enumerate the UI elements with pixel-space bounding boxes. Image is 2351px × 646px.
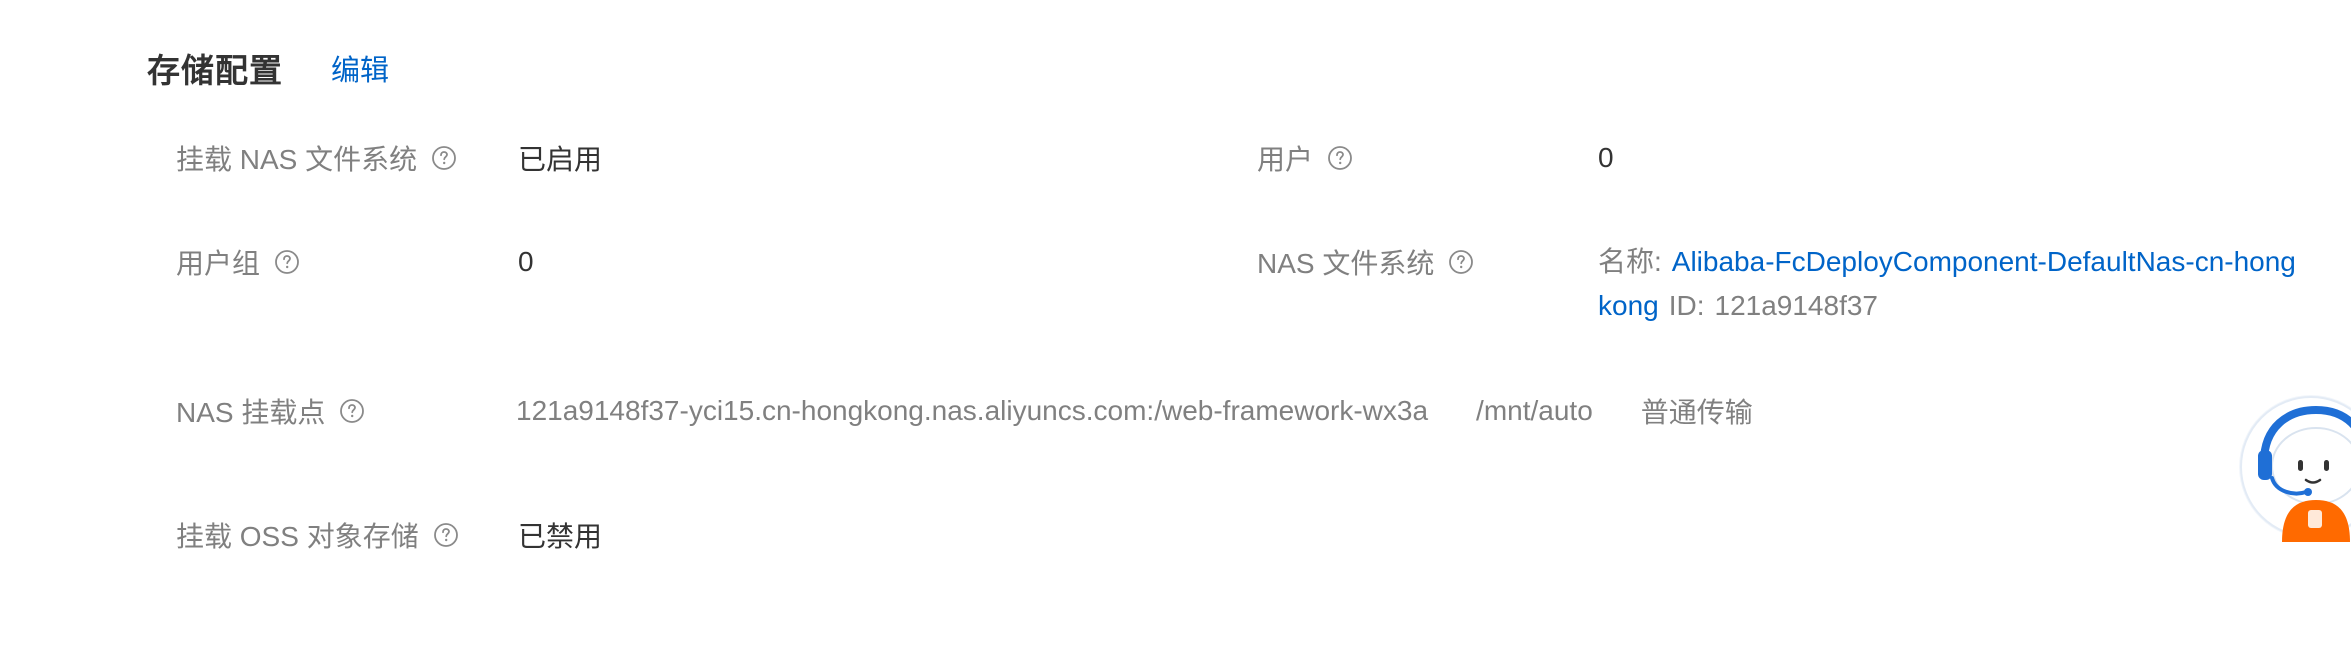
nas-server-path: 121a9148f37-yci15.cn-hongkong.nas.aliyun…: [516, 395, 1429, 426]
mount-nas-label-text: 挂载 NAS 文件系统: [176, 144, 418, 175]
nas-fs-id-prefix: ID:: [1668, 290, 1705, 321]
mount-oss-value: 已禁用: [518, 521, 603, 552]
mount-oss-label: 挂载 OSS 对象存储: [176, 513, 459, 557]
question-circle-icon[interactable]: [1448, 249, 1474, 275]
section-header: 存储配置 编辑: [147, 44, 389, 92]
question-circle-icon[interactable]: [339, 398, 365, 424]
nas-fs-label-text: NAS 文件系统: [1257, 248, 1435, 279]
mount-oss-label-text: 挂载 OSS 对象存储: [176, 521, 419, 552]
nas-mount-point-value: 121a9148f37-yci15.cn-hongkong.nas.aliyun…: [516, 389, 1753, 433]
question-circle-icon[interactable]: [431, 145, 457, 171]
nas-fs-id-value: 121a9148f37: [1714, 290, 1879, 321]
edit-link[interactable]: 编辑: [331, 47, 389, 89]
assistant-robot-icon[interactable]: [2236, 392, 2351, 542]
user-group-label-text: 用户组: [176, 248, 261, 279]
user-label: 用户: [1257, 136, 1353, 180]
nas-local-path: /mnt/auto: [1476, 395, 1593, 426]
nas-transfer-mode: 普通传输: [1640, 397, 1753, 428]
mount-nas-value: 已启用: [518, 144, 603, 175]
nas-fs-label: NAS 文件系统: [1257, 240, 1474, 284]
user-group-value: 0: [518, 246, 534, 277]
nas-fs-name-prefix: 名称:: [1598, 246, 1662, 277]
question-circle-icon[interactable]: [433, 522, 459, 548]
user-value: 0: [1598, 142, 1614, 173]
question-circle-icon[interactable]: [274, 249, 300, 275]
section-title: 存储配置: [147, 52, 283, 89]
question-circle-icon[interactable]: [1327, 145, 1353, 171]
user-label-text: 用户: [1257, 144, 1314, 175]
nas-fs-value: 名称: Alibaba-FcDeployComponent-DefaultNas-…: [1598, 240, 2298, 328]
user-group-label: 用户组: [176, 240, 300, 284]
mount-nas-label: 挂载 NAS 文件系统: [176, 136, 457, 180]
nas-mount-point-label: NAS 挂载点: [176, 389, 365, 433]
nas-mount-point-label-text: NAS 挂载点: [176, 397, 326, 428]
